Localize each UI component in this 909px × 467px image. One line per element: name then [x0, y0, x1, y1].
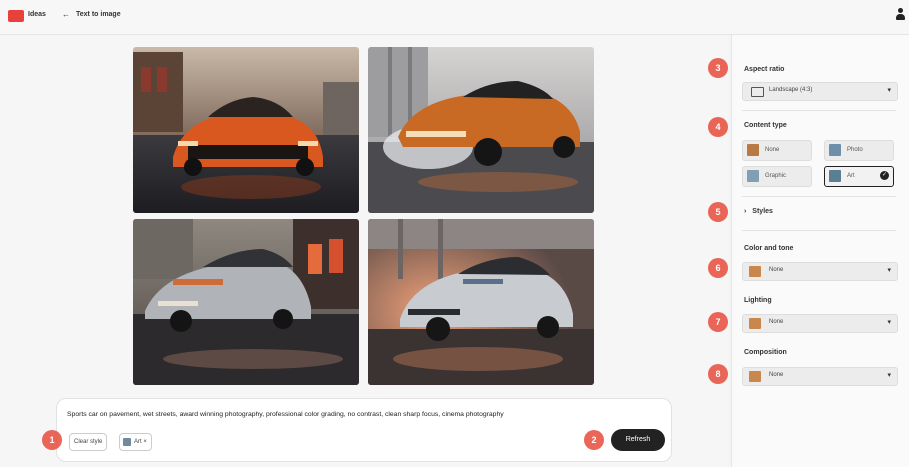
- content-type-photo[interactable]: Photo: [824, 140, 894, 161]
- clear-style-chip[interactable]: Clear style: [69, 433, 108, 451]
- content-type-label: None: [765, 147, 780, 153]
- chevron-down-icon: ▾: [887, 267, 891, 274]
- composition-thumb-icon: [749, 371, 761, 382]
- panel-divider: [742, 230, 896, 231]
- generated-image-1[interactable]: [133, 47, 359, 213]
- callout-2: 2: [584, 430, 604, 450]
- callout-6: 6: [708, 258, 728, 278]
- content-type-label: Photo: [847, 147, 863, 153]
- lighting-title: Lighting: [744, 297, 772, 304]
- color-tone-value: None: [769, 267, 784, 273]
- aspect-ratio-title: Aspect ratio: [744, 66, 785, 73]
- callout-1: 1: [42, 430, 62, 450]
- generated-image-2[interactable]: [368, 47, 594, 213]
- prompt-box[interactable]: Sports car on pavement, wet streets, awa…: [56, 398, 672, 462]
- lighting-dropdown[interactable]: None ▾: [742, 314, 898, 333]
- color-tone-dropdown[interactable]: None ▾: [742, 262, 898, 281]
- chevron-down-icon: ▾: [887, 319, 891, 326]
- chevron-down-icon: ▾: [887, 87, 891, 94]
- content-type-graphic[interactable]: Graphic: [742, 166, 812, 187]
- callout-4: 4: [708, 117, 728, 137]
- callout-8: 8: [708, 364, 728, 384]
- app-name: Ideas: [28, 11, 46, 18]
- user-icon-body: [896, 14, 905, 20]
- art-thumbnail-icon: [123, 438, 131, 446]
- panel-divider: [742, 196, 896, 197]
- color-tone-thumb-icon: [749, 266, 761, 277]
- callout-3: 3: [708, 58, 728, 78]
- content-type-title: Content type: [744, 122, 787, 129]
- user-icon-head: [898, 8, 903, 13]
- panel-divider: [742, 110, 896, 111]
- color-tone-title: Color and tone: [744, 245, 794, 252]
- composition-title: Composition: [744, 349, 787, 356]
- landscape-icon: [751, 87, 764, 97]
- chevron-right-icon: ›: [744, 208, 747, 215]
- page-title: Text to image: [76, 11, 121, 18]
- styles-section[interactable]: › Styles: [744, 208, 773, 215]
- content-type-none[interactable]: None: [742, 140, 812, 161]
- back-arrow-icon[interactable]: ←: [62, 10, 70, 19]
- generated-image-3[interactable]: [133, 219, 359, 385]
- art-chip-label: Art ×: [134, 439, 147, 445]
- composition-value: None: [769, 372, 784, 378]
- content-type-label: Graphic: [765, 173, 787, 179]
- content-type-thumb-icon: [829, 170, 841, 182]
- composition-dropdown[interactable]: None ▾: [742, 367, 898, 386]
- chevron-down-icon: ▾: [887, 372, 891, 379]
- checkmark-icon: ✓: [880, 171, 889, 180]
- content-type-thumb-icon: [829, 144, 841, 156]
- aspect-ratio-dropdown[interactable]: Landscape (4:3) ▾: [742, 82, 898, 101]
- lighting-value: None: [769, 319, 784, 325]
- top-bar: Ideas ← Text to image: [0, 0, 909, 35]
- app-logo-icon[interactable]: [8, 10, 24, 22]
- aspect-ratio-value: Landscape (4:3): [769, 87, 813, 93]
- content-type-label: Art: [847, 173, 855, 179]
- styles-title: Styles: [752, 208, 773, 215]
- content-type-thumb-icon: [747, 170, 759, 182]
- prompt-text[interactable]: Sports car on pavement, wet streets, awa…: [67, 411, 504, 418]
- refresh-button[interactable]: Refresh: [611, 429, 665, 451]
- callout-7: 7: [708, 312, 728, 332]
- callout-5: 5: [708, 202, 728, 222]
- art-style-chip[interactable]: Art ×: [119, 433, 152, 451]
- content-type-art[interactable]: Art ✓: [824, 166, 894, 187]
- lighting-thumb-icon: [749, 318, 761, 329]
- user-icon[interactable]: [895, 8, 905, 22]
- generated-image-4[interactable]: [368, 219, 594, 385]
- content-type-thumb-icon: [747, 144, 759, 156]
